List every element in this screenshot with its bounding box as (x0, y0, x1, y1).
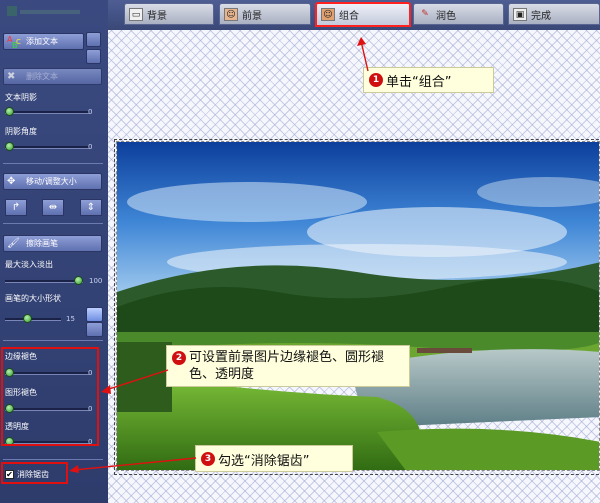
flip-up-down-button[interactable]: ⇕ (80, 199, 102, 216)
portrait-icon: ☺ (224, 7, 238, 21)
divider (3, 340, 103, 341)
text-options-button-2[interactable] (86, 49, 101, 64)
flip-horizontal-icon: ⇹ (48, 202, 58, 213)
tab-combine[interactable]: ☺ 组合 (315, 2, 411, 27)
slider-knob[interactable] (23, 314, 32, 323)
callout-text: 勾选“消除锯齿” (218, 454, 310, 469)
callout-text: 单击“组合” (386, 75, 452, 90)
tab-touch-up[interactable]: ✎ 润色 (413, 3, 504, 25)
text-shadow-slider[interactable] (5, 107, 89, 117)
app-logo (6, 4, 100, 18)
callout-arrow (101, 369, 169, 394)
callout-arrow (357, 37, 369, 72)
brush-icon: 🖌 (7, 238, 20, 249)
divider (3, 163, 103, 164)
feather-settings-highlight (1, 347, 99, 446)
flip-horizontal-button[interactable]: ⇹ (42, 199, 64, 216)
delete-text-button[interactable]: ✖ 删除文本 (3, 68, 102, 85)
move-arrows-icon: ✥ (7, 176, 16, 187)
brush-shape-square-button[interactable] (86, 322, 103, 337)
shadow-angle-label: 阴影角度 (5, 127, 37, 136)
flip-up-down-icon: ⇕ (86, 202, 96, 213)
max-fade-slider[interactable] (5, 276, 83, 286)
brush-size-label: 画笔的大小形状 (5, 294, 61, 303)
text-shadow-label: 文本阴影 (5, 93, 37, 102)
brush-size-value: 15 (66, 315, 75, 323)
antialias-highlight (1, 462, 68, 484)
slider-knob[interactable] (5, 107, 14, 116)
slider-knob[interactable] (5, 142, 14, 151)
shadow-angle-value: 0 (88, 143, 93, 151)
callout-arrow (69, 457, 197, 473)
shadow-angle-slider[interactable] (5, 142, 89, 152)
flip-vertical-button[interactable]: ↱ (5, 199, 27, 216)
image-icon: ▭ (129, 7, 143, 21)
text-shadow-value: 0 (88, 108, 93, 116)
tab-background[interactable]: ▭ 背景 (124, 3, 214, 25)
tab-background-label: 背景 (147, 10, 167, 22)
tab-touch-up-label: 润色 (436, 10, 456, 22)
step-number-badge: 1 (369, 73, 383, 87)
callout-step-2: 2 可设置前景图片边缘褪色、圆形褪色、透明度 (166, 345, 410, 387)
selection-marquee (114, 139, 600, 475)
erase-brush-label: 擦除画笔 (26, 239, 58, 248)
tab-foreground-label: 前景 (242, 10, 262, 22)
svg-text:C: C (16, 38, 21, 46)
slider-knob[interactable] (74, 276, 83, 285)
combine-icon: ☺ (321, 8, 335, 21)
delete-icon: ✖ (7, 71, 16, 82)
callout-text: 可设置前景图片边缘褪色、圆形褪色、透明度 (189, 350, 385, 382)
tab-finish-label: 完成 (531, 10, 551, 22)
erase-brush-button[interactable]: 🖌 擦除画笔 (3, 235, 102, 252)
brush-icon: ✎ (421, 8, 429, 19)
brush-shape-round-button[interactable] (86, 307, 103, 322)
move-resize-button[interactable]: ✥ 移动/调整大小 (3, 173, 102, 190)
delete-text-label: 删除文本 (26, 72, 58, 81)
tab-combine-label: 组合 (339, 11, 359, 22)
divider (3, 223, 103, 224)
tab-foreground[interactable]: ☺ 前景 (219, 3, 311, 25)
add-text-label: 添加文本 (26, 37, 58, 46)
text-options-button[interactable] (86, 32, 101, 47)
step-number-badge: 3 (201, 452, 215, 466)
move-resize-label: 移动/调整大小 (26, 177, 77, 186)
step-number-badge: 2 (172, 351, 186, 365)
monitor-icon: ▣ (513, 7, 527, 21)
text-abc-icon: ABC (7, 35, 21, 50)
callout-step-1: 1 单击“组合” (363, 67, 494, 93)
callout-step-3: 3 勾选“消除锯齿” (195, 445, 353, 472)
max-fade-label: 最大淡入淡出 (5, 260, 53, 269)
flip-vertical-icon: ↱ (11, 202, 21, 213)
max-fade-value: 100 (89, 277, 103, 285)
add-text-button[interactable]: ABC 添加文本 (3, 33, 84, 50)
brush-size-slider[interactable] (5, 314, 61, 324)
tab-finish[interactable]: ▣ 完成 (508, 3, 600, 25)
